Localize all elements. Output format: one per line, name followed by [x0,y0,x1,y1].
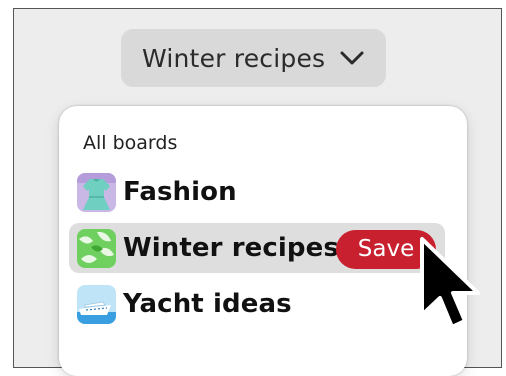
yacht-board-thumbnail [77,284,116,324]
board-picker-dropdown[interactable]: Winter recipes [121,29,386,87]
fashion-board-thumbnail [77,172,116,212]
board-picker-label: Winter recipes [142,43,326,73]
board-menu: All boards Fashion Winter recipes Save Y… [59,106,467,376]
board-name: Yacht ideas [123,289,292,319]
section-label-all-boards: All boards [83,132,178,154]
board-row-winter-recipes[interactable]: Winter recipes Save [69,223,445,273]
board-name: Fashion [123,177,237,207]
chevron-down-icon [340,51,364,65]
board-row-fashion[interactable]: Fashion [69,167,445,217]
board-row-yacht-ideas[interactable]: Yacht ideas [69,279,445,329]
board-name: Winter recipes [123,233,339,263]
leaves-board-thumbnail [77,228,116,268]
mouse-pointer-icon [420,237,480,329]
